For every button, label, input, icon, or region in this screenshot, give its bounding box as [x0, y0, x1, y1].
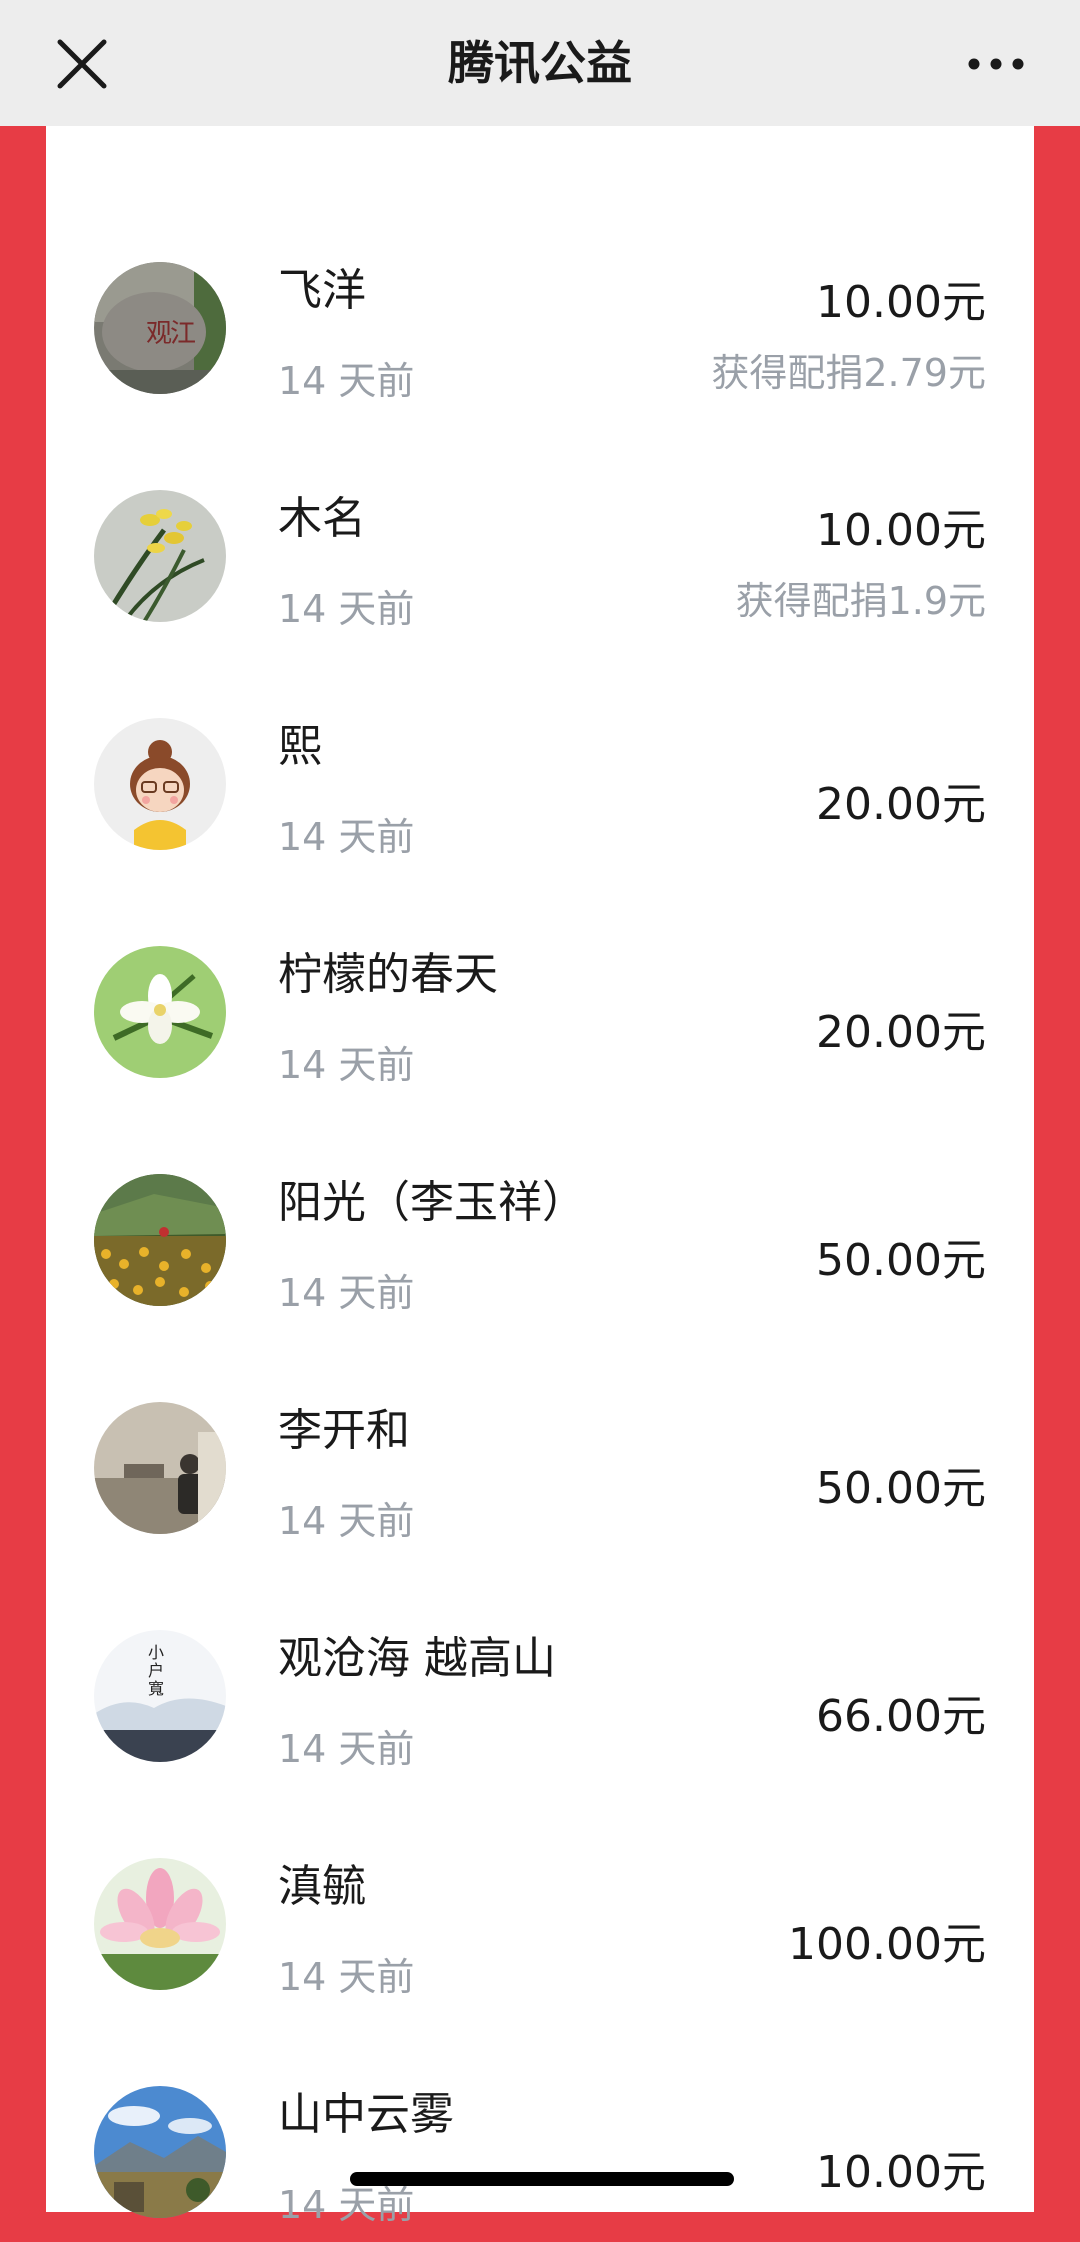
- page-title: 腾讯公益: [448, 36, 632, 90]
- svg-text:小: 小: [148, 1643, 164, 1662]
- top-bar: 腾讯公益: [0, 0, 1080, 126]
- donation-row[interactable]: 李开和 14 天前 50.00元: [46, 1330, 1034, 1558]
- avatar[interactable]: [94, 1858, 226, 1990]
- avatar[interactable]: 小 户 寬: [94, 1630, 226, 1762]
- calligraphy-sky-avatar-icon: 小 户 寬: [94, 1630, 226, 1762]
- svg-text:户: 户: [148, 1661, 164, 1680]
- donation-row[interactable]: 滇毓 14 天前 100.00元: [46, 1786, 1034, 2014]
- close-button[interactable]: [52, 34, 112, 94]
- svg-text:江: 江: [170, 319, 196, 349]
- donor-name: 阳光（李玉祥）: [278, 1177, 586, 1228]
- donation-amount: 50.00元: [816, 1463, 986, 1514]
- matched-donation: 获得配捐2.79元: [711, 351, 986, 395]
- donor-name: 滇毓: [278, 1861, 366, 1912]
- home-indicator[interactable]: [350, 2172, 734, 2186]
- close-icon: [57, 39, 107, 89]
- orchid-avatar-icon: [94, 490, 226, 622]
- cartoon-girl-avatar-icon: [94, 718, 226, 850]
- donation-time: 14 天前: [278, 1955, 415, 1999]
- donation-time: 14 天前: [278, 587, 415, 631]
- donor-name: 熙: [278, 721, 322, 772]
- avatar[interactable]: [94, 1402, 226, 1534]
- flower-field-avatar-icon: [94, 1174, 226, 1306]
- donation-time: 14 天前: [278, 1499, 415, 1543]
- donation-amount: 10.00元: [816, 505, 986, 556]
- donation-time: 14 天前: [278, 1271, 415, 1315]
- matched-donation: 获得配捐1.9元: [735, 579, 986, 623]
- avatar[interactable]: [94, 1174, 226, 1306]
- more-button[interactable]: [966, 50, 1026, 78]
- donor-name: 木名: [278, 493, 366, 544]
- more-icon: [968, 58, 1024, 70]
- donation-row[interactable]: 小 户 寬 观沧海 越高山 14 天前 66.00元: [46, 1558, 1034, 1786]
- lotus-avatar-icon: [94, 1858, 226, 1990]
- donor-name: 山中云雾: [278, 2089, 454, 2140]
- white-flower-avatar-icon: [94, 946, 226, 1078]
- donor-name: 柠檬的春天: [278, 949, 498, 1000]
- avatar[interactable]: [94, 946, 226, 1078]
- donation-row[interactable]: 阳光（李玉祥） 14 天前 50.00元: [46, 1102, 1034, 1330]
- donation-amount: 10.00元: [816, 2147, 986, 2198]
- donation-list: 观 江 飞洋 14 天前 10.00元 获得配捐2.79元 木名 14 天前 1…: [46, 126, 1034, 2227]
- donation-amount: 20.00元: [816, 779, 986, 830]
- donation-row[interactable]: 观 江 飞洋 14 天前 10.00元 获得配捐2.79元: [46, 190, 1034, 418]
- avatar[interactable]: [94, 490, 226, 622]
- donation-time: 14 天前: [278, 1727, 415, 1771]
- mountain-avatar-icon: [94, 2086, 226, 2218]
- donation-amount: 66.00元: [816, 1691, 986, 1742]
- stone-avatar-icon: 观 江: [94, 262, 226, 394]
- svg-text:寬: 寬: [148, 1679, 164, 1698]
- donor-name: 观沧海 越高山: [278, 1633, 556, 1684]
- avatar[interactable]: 观 江: [94, 262, 226, 394]
- svg-text:观: 观: [146, 319, 172, 349]
- donation-time: 14 天前: [278, 1043, 415, 1087]
- donation-row[interactable]: 熙 14 天前 20.00元: [46, 646, 1034, 874]
- donation-amount: 50.00元: [816, 1235, 986, 1286]
- donor-name: 飞洋: [278, 265, 366, 316]
- donor-name: 李开和: [278, 1405, 410, 1456]
- donation-time: 14 天前: [278, 815, 415, 859]
- donation-row[interactable]: 柠檬的春天 14 天前 20.00元: [46, 874, 1034, 1102]
- person-photo-avatar-icon: [94, 1402, 226, 1534]
- donation-amount: 10.00元: [816, 277, 986, 328]
- donation-row[interactable]: 山中云雾 14 天前 10.00元: [46, 2014, 1034, 2242]
- donation-amount: 20.00元: [816, 1007, 986, 1058]
- donation-row[interactable]: 木名 14 天前 10.00元 获得配捐1.9元: [46, 418, 1034, 646]
- donation-time: 14 天前: [278, 359, 415, 403]
- donation-amount: 100.00元: [788, 1919, 986, 1970]
- avatar[interactable]: [94, 718, 226, 850]
- avatar[interactable]: [94, 2086, 226, 2218]
